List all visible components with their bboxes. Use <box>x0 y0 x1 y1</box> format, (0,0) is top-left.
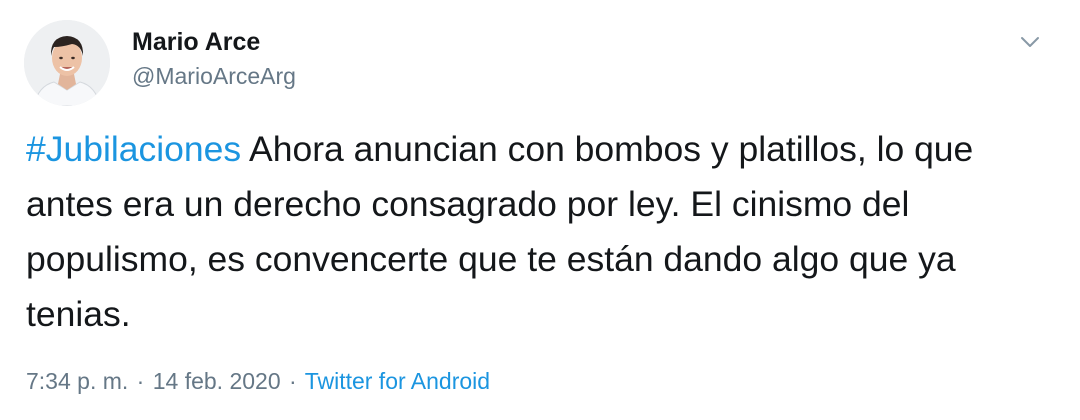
tweet-source-link[interactable]: Twitter for Android <box>305 368 490 394</box>
tweet-text: #Jubilaciones Ahora anuncian con bombos … <box>26 122 1056 342</box>
hashtag-link[interactable]: #Jubilaciones <box>26 129 241 169</box>
meta-separator: · <box>136 368 145 394</box>
author-avatar[interactable] <box>24 20 110 106</box>
chevron-down-icon[interactable] <box>1016 28 1044 56</box>
author-info: Mario Arce @MarioArceArg <box>132 26 296 92</box>
tweet-time[interactable]: 7:34 p. m. <box>26 368 128 394</box>
author-display-name[interactable]: Mario Arce <box>132 26 296 58</box>
tweet-card: Mario Arce @MarioArceArg #Jubilaciones A… <box>0 0 1080 420</box>
tweet-header: Mario Arce @MarioArceArg <box>24 18 1060 108</box>
tweet-meta: 7:34 p. m. · 14 feb. 2020 · Twitter for … <box>26 365 490 397</box>
meta-separator: · <box>289 368 297 394</box>
tweet-date[interactable]: 14 feb. 2020 <box>153 368 281 394</box>
author-handle[interactable]: @MarioArceArg <box>132 60 296 92</box>
